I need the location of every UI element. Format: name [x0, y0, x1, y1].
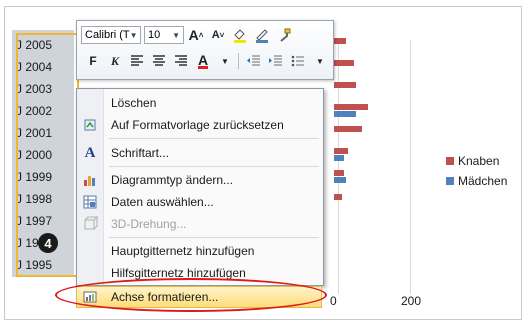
menu-item-label: Diagrammtyp ändern...	[111, 173, 234, 187]
mini-toolbar-row-2: F K A ▼ ▼	[81, 51, 330, 71]
bar-knaben[interactable]	[334, 148, 348, 154]
legend-label: Mädchen	[458, 174, 508, 188]
legend-swatch	[446, 157, 454, 165]
bullets-icon[interactable]	[288, 52, 308, 70]
select-data-icon	[77, 194, 103, 210]
gridline	[338, 40, 339, 294]
bar-knaben[interactable]	[334, 104, 368, 110]
menu-item-reset-style[interactable]: Auf Formatvorlage zurücksetzen	[77, 114, 323, 136]
menu-item-add-major-gridlines[interactable]: Hauptgitternetz hinzufügen	[77, 240, 323, 262]
decrease-indent-icon[interactable]	[244, 52, 264, 70]
legend-item-knaben[interactable]: Knaben	[446, 151, 507, 171]
menu-item-label: Auf Formatvorlage zurücksetzen	[111, 118, 284, 132]
3d-rotation-icon	[77, 216, 103, 232]
mini-toolbar: Calibri (T ▼ 10 ▼ A ˄ A ˅ F K A ▼ ▼	[76, 20, 334, 80]
menu-item-label: Daten auswählen...	[111, 195, 214, 209]
font-name-value: Calibri (T	[85, 29, 130, 41]
align-right-icon[interactable]	[171, 52, 191, 70]
chevron-down-icon[interactable]: ▼	[215, 52, 235, 70]
menu-separator	[109, 138, 319, 139]
legend-item-maedchen[interactable]: Mädchen	[446, 171, 507, 191]
menu-item-label: 3D-Drehung...	[111, 217, 187, 231]
menu-item-loeschen[interactable]: Löschen	[77, 92, 323, 114]
legend[interactable]: Knaben Mädchen	[446, 151, 507, 191]
bar-maedchen[interactable]	[334, 155, 344, 161]
gridline	[410, 40, 411, 294]
grow-font-icon[interactable]: A ˄	[186, 26, 206, 44]
bar-knaben[interactable]	[334, 126, 362, 132]
bar-knaben[interactable]	[334, 60, 354, 66]
menu-item-change-chart-type[interactable]: Diagrammtyp ändern...	[77, 169, 323, 191]
bar-knaben[interactable]	[334, 82, 356, 88]
format-painter-icon[interactable]	[274, 26, 294, 44]
step-marker: 4	[38, 233, 58, 253]
bar-maedchen[interactable]	[334, 177, 346, 183]
legend-swatch	[446, 177, 454, 185]
toolbar-separator	[238, 53, 239, 69]
bar-knaben[interactable]	[334, 38, 346, 44]
menu-item-select-data[interactable]: Daten auswählen...	[77, 191, 323, 213]
context-menu: Löschen Auf Formatvorlage zurücksetzen A…	[76, 88, 324, 286]
chevron-down-icon: ▼	[172, 30, 180, 40]
increase-indent-icon[interactable]	[266, 52, 286, 70]
font-name-dropdown[interactable]: Calibri (T ▼	[81, 26, 141, 44]
reset-style-icon	[77, 117, 103, 133]
shape-outline-icon[interactable]	[252, 26, 272, 44]
font-size-value: 10	[148, 29, 161, 41]
x-tick-label: 200	[401, 294, 422, 308]
menu-item-label: Hauptgitternetz hinzufügen	[111, 244, 255, 258]
chart-type-icon	[77, 172, 103, 188]
menu-item-label: Löschen	[111, 96, 157, 110]
menu-item-font[interactable]: A Schriftart...	[77, 142, 323, 164]
shrink-font-icon[interactable]: A ˅	[208, 26, 228, 44]
x-tick-label: 0	[330, 294, 337, 308]
menu-separator	[109, 237, 319, 238]
font-color-icon[interactable]: A	[193, 52, 213, 70]
italic-button[interactable]: K	[105, 52, 125, 70]
menu-separator	[109, 166, 319, 167]
chevron-down-icon: ▼	[129, 30, 138, 40]
menu-item-label: Schriftart...	[111, 146, 170, 160]
font-icon: A	[84, 144, 96, 161]
legend-label: Knaben	[458, 154, 500, 168]
bar-knaben[interactable]	[334, 194, 342, 200]
mini-toolbar-row-1: Calibri (T ▼ 10 ▼ A ˄ A ˅	[81, 25, 294, 45]
chevron-down-icon[interactable]: ▼	[310, 52, 330, 70]
font-size-dropdown[interactable]: 10 ▼	[144, 26, 184, 44]
fill-color-icon[interactable]	[230, 26, 250, 44]
bar-maedchen[interactable]	[334, 111, 356, 117]
bar-knaben[interactable]	[334, 170, 344, 176]
align-center-icon[interactable]	[149, 52, 169, 70]
menu-item-3d-rotation: 3D-Drehung...	[77, 213, 323, 235]
highlight-annotation-ellipse	[55, 278, 327, 312]
align-left-icon[interactable]	[127, 52, 147, 70]
bold-button[interactable]: F	[83, 52, 103, 70]
